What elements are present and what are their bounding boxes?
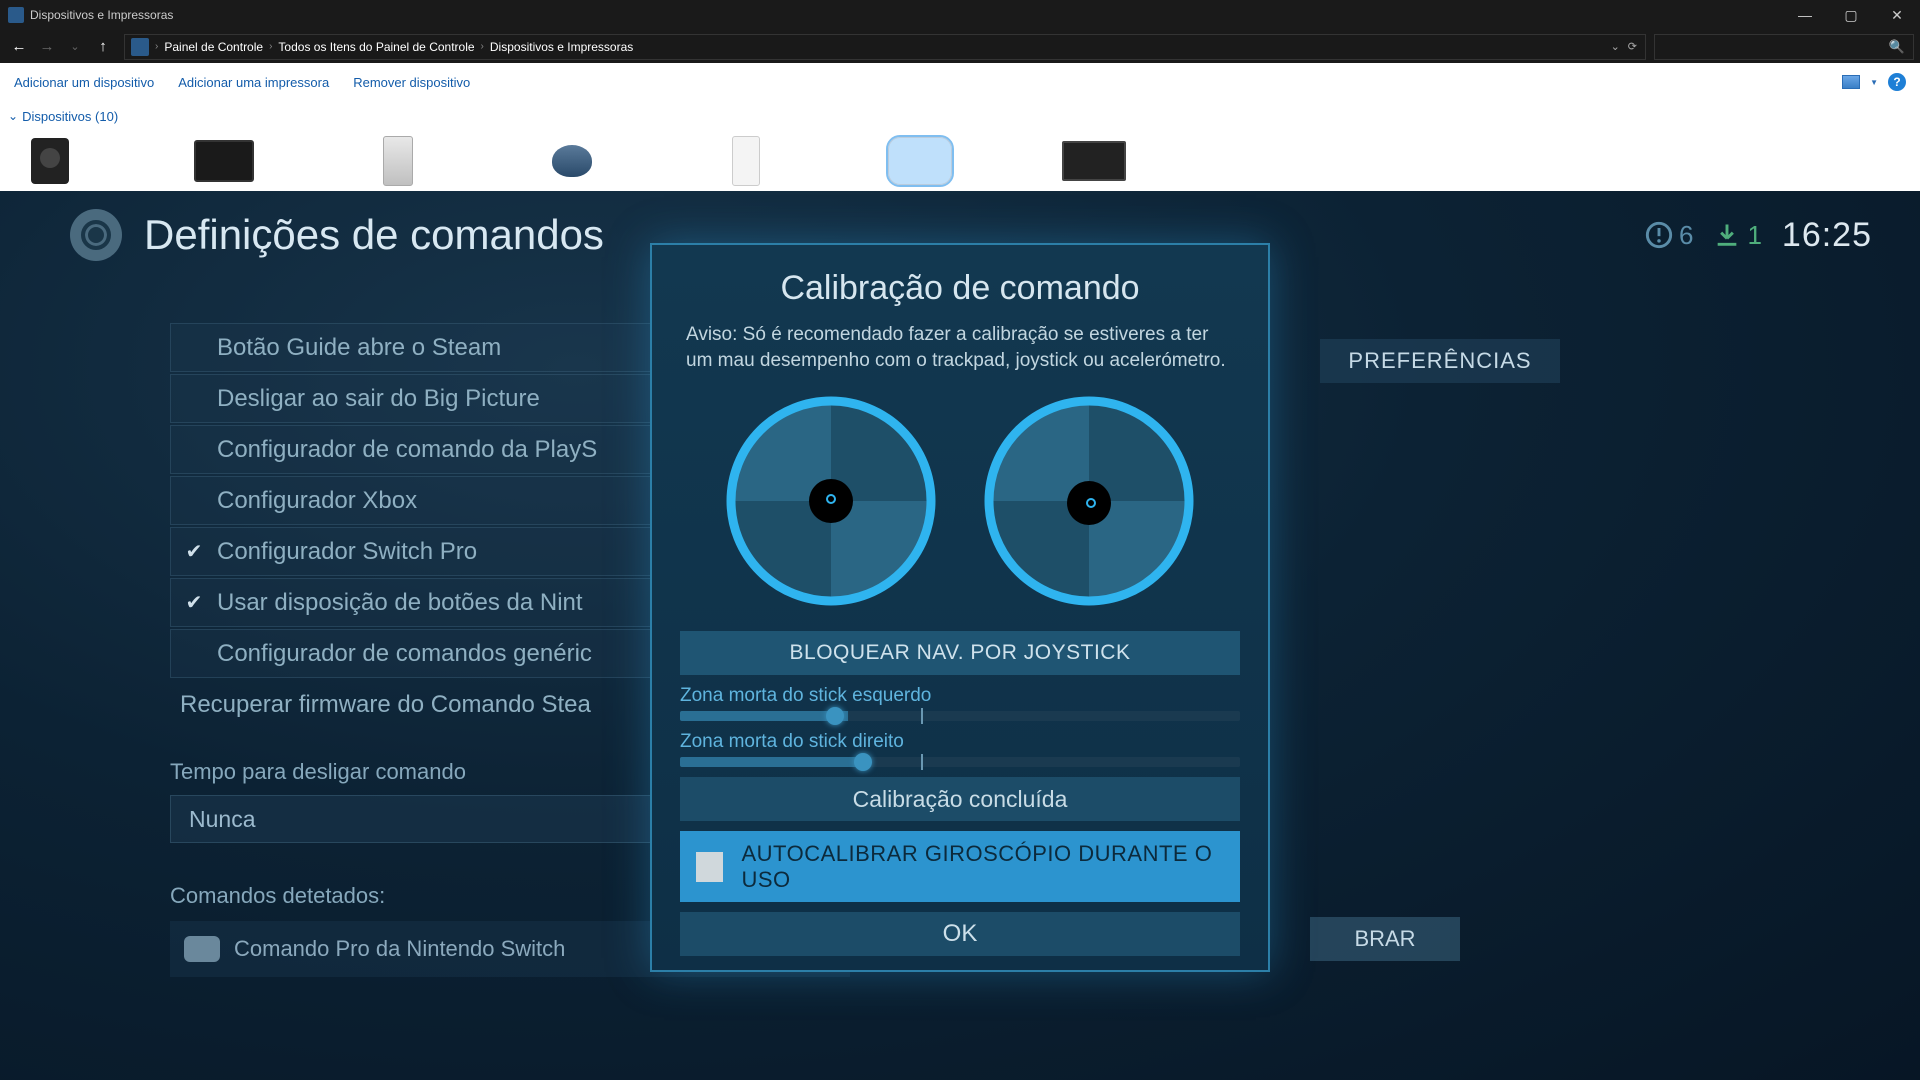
- view-icon[interactable]: [1842, 75, 1860, 89]
- calibrate-button-bg[interactable]: BRAR: [1310, 917, 1460, 961]
- add-printer-link[interactable]: Adicionar uma impressora: [178, 75, 329, 90]
- back-button[interactable]: ←: [6, 34, 32, 60]
- forward-button[interactable]: →: [34, 34, 60, 60]
- window-titlebar: Dispositivos e Impressoras — ▢ ✕: [0, 0, 1920, 30]
- category-label: Dispositivos (10): [22, 109, 118, 124]
- left-stick-visual: [721, 391, 941, 611]
- device-mouse[interactable]: [540, 131, 604, 191]
- app-icon: [8, 7, 24, 23]
- address-dropdown[interactable]: ⌄: [1611, 40, 1620, 53]
- device-tower[interactable]: [366, 131, 430, 191]
- device-tv[interactable]: [1062, 131, 1126, 191]
- right-deadzone-label: Zona morta do stick direito: [680, 731, 1240, 753]
- device-speaker[interactable]: [18, 131, 82, 191]
- device-list: [0, 131, 1920, 191]
- preferences-button[interactable]: PREFERÊNCIAS: [1320, 339, 1560, 383]
- setting-label: Configurador Xbox: [217, 487, 417, 515]
- device-monitor[interactable]: [192, 131, 256, 191]
- gamepad-icon: [184, 936, 220, 962]
- setting-label: Usar disposição de botões da Nint: [217, 589, 583, 617]
- setting-label: Configurador de comandos genéric: [217, 640, 592, 668]
- up-button[interactable]: ↑: [90, 34, 116, 60]
- calibration-modal: Calibração de comando Aviso: Só é recome…: [650, 243, 1270, 972]
- window-title: Dispositivos e Impressoras: [30, 8, 173, 22]
- recent-dropdown[interactable]: ⌄: [62, 34, 88, 60]
- checkbox-icon: [181, 437, 207, 463]
- alerts-badge[interactable]: 6: [1645, 220, 1693, 251]
- close-button[interactable]: ✕: [1874, 0, 1920, 30]
- checkbox-icon: [181, 488, 207, 514]
- refresh-button[interactable]: ⟳: [1628, 40, 1637, 53]
- search-icon: 🔍: [1889, 39, 1905, 55]
- ok-button[interactable]: OK: [680, 912, 1240, 956]
- modal-warning: Aviso: Só é recomendado fazer a calibraç…: [652, 322, 1268, 373]
- device-gamepad[interactable]: [888, 131, 952, 191]
- explorer-nav-bar: ← → ⌄ ↑ › Painel de Controle › Todos os …: [0, 30, 1920, 63]
- downloads-badge[interactable]: 1: [1713, 220, 1761, 251]
- search-input[interactable]: 🔍: [1654, 34, 1914, 60]
- setting-label: Botão Guide abre o Steam: [217, 334, 501, 362]
- page-title: Definições de comandos: [144, 211, 604, 259]
- alert-icon: [1645, 221, 1673, 249]
- calibration-status: Calibração concluída: [680, 777, 1240, 821]
- lock-nav-button[interactable]: BLOQUEAR NAV. POR JOYSTICK: [680, 631, 1240, 675]
- checkbox-icon: [181, 641, 207, 667]
- location-icon: [131, 38, 149, 56]
- crumb-0[interactable]: Painel de Controle: [158, 40, 269, 54]
- setting-label: Desligar ao sair do Big Picture: [217, 385, 540, 413]
- category-header[interactable]: ⌄ Dispositivos (10): [0, 101, 1920, 131]
- crumb-2[interactable]: Dispositivos e Impressoras: [484, 40, 639, 54]
- cp-toolbar: Adicionar um dispositivo Adicionar uma i…: [0, 63, 1920, 101]
- crumb-1[interactable]: Todos os Itens do Painel de Controle: [272, 40, 480, 54]
- checkbox-icon: [181, 386, 207, 412]
- breadcrumb-bar[interactable]: › Painel de Controle › Todos os Itens do…: [124, 34, 1646, 60]
- download-icon: [1713, 221, 1741, 249]
- autocalibrate-toggle[interactable]: AUTOCALIBRAR GIROSCÓPIO DURANTE O USO: [680, 831, 1240, 902]
- right-deadzone-slider[interactable]: [680, 757, 1240, 767]
- remove-device-link[interactable]: Remover dispositivo: [353, 75, 470, 90]
- clock: 16:25: [1782, 216, 1872, 255]
- steam-logo-icon[interactable]: [70, 209, 122, 261]
- left-deadzone-slider[interactable]: [680, 711, 1240, 721]
- maximize-button[interactable]: ▢: [1828, 0, 1874, 30]
- autocalibrate-label: AUTOCALIBRAR GIROSCÓPIO DURANTE O USO: [741, 841, 1224, 892]
- collapse-chevron-icon: ⌄: [8, 109, 18, 123]
- setting-label: Configurador de comando da PlayS: [217, 436, 597, 464]
- help-icon[interactable]: ?: [1888, 73, 1906, 91]
- view-dropdown[interactable]: ▼: [1870, 78, 1878, 87]
- right-stick-visual: [979, 391, 1199, 611]
- modal-title: Calibração de comando: [652, 269, 1268, 308]
- checkbox-icon: ✔: [181, 539, 207, 565]
- autocalibrate-checkbox[interactable]: [696, 852, 723, 882]
- device-drive[interactable]: [714, 131, 778, 191]
- minimize-button[interactable]: —: [1782, 0, 1828, 30]
- setting-label: Configurador Switch Pro: [217, 538, 477, 566]
- checkbox-icon: ✔: [181, 590, 207, 616]
- add-device-link[interactable]: Adicionar um dispositivo: [14, 75, 154, 90]
- checkbox-icon: [181, 335, 207, 361]
- steam-big-picture: Definições de comandos 6 1 16:25 PREFERÊ…: [0, 191, 1920, 1080]
- left-deadzone-label: Zona morta do stick esquerdo: [680, 685, 1240, 707]
